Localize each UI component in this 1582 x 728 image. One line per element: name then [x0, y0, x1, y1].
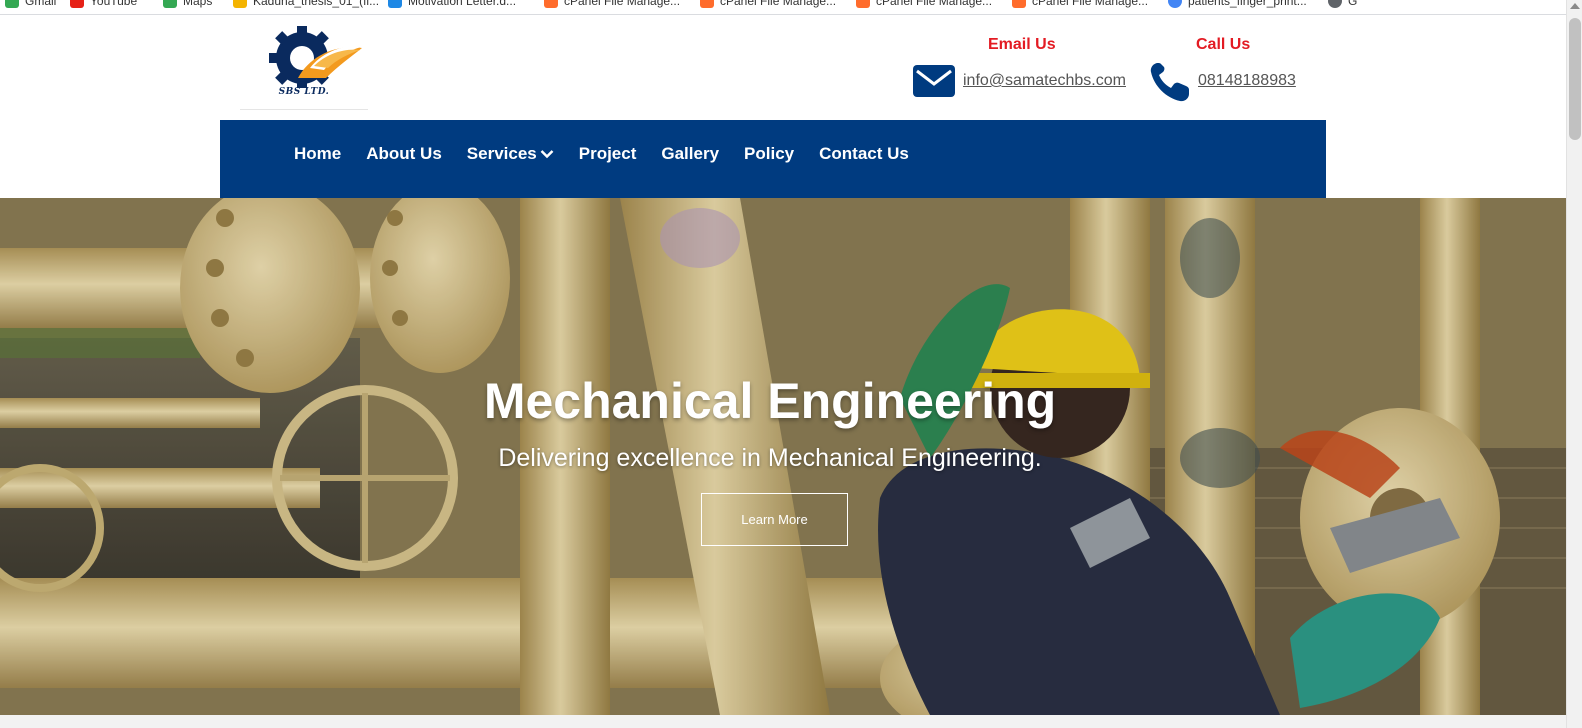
phone-link[interactable]: 08148188983 [1198, 72, 1296, 90]
nav-contact-us[interactable]: Contact Us [819, 142, 909, 166]
nav-contact-us-label: Contact Us [819, 144, 909, 163]
youtube-icon [70, 0, 84, 8]
nav-project-label: Project [578, 144, 637, 163]
nav-gallery[interactable]: Gallery [661, 142, 719, 166]
gmail-icon [5, 0, 19, 8]
learn-more-button[interactable]: Learn More [701, 493, 848, 546]
bookmark-gmail[interactable]: Gmail [5, 0, 56, 9]
bookmark-cpanel-2[interactable]: cPanel File Manage... [700, 0, 836, 9]
nav-policy-label: Policy [744, 144, 795, 163]
document-icon [388, 0, 402, 8]
bookmark-motivation-letter[interactable]: Motivation Letter.d... [388, 0, 516, 9]
globe-icon [1168, 0, 1182, 8]
cpanel-icon [700, 0, 714, 8]
bookmarks-bar: Gmail YouTube Maps Kaduna_thesis_01_(fi.… [0, 0, 1566, 15]
vertical-scrollbar[interactable] [1566, 0, 1582, 728]
bookmark-patients[interactable]: patients_finger_print... [1168, 0, 1307, 9]
cpanel-icon [856, 0, 870, 8]
main-navigation: Home About Us Services Project Gallery P… [220, 120, 1326, 198]
scrollbar-thumb[interactable] [1569, 18, 1581, 140]
hero-banner: Mechanical Engineering Delivering excell… [0, 198, 1566, 715]
nav-services-label: Services [466, 144, 537, 163]
nav-home-label: Home [294, 144, 342, 163]
nav-home[interactable]: Home [294, 142, 341, 166]
nav-gallery-label: Gallery [661, 144, 720, 163]
logo-text: SBS LTD. [278, 87, 330, 97]
bookmark-cpanel-1[interactable]: cPanel File Manage... [544, 0, 680, 9]
bookmark-cpanel-4[interactable]: cPanel File Manage... [1012, 0, 1148, 9]
envelope-icon [913, 65, 955, 97]
maps-icon [163, 0, 177, 8]
site-logo[interactable]: SBS LTD. [240, 26, 368, 110]
hero-title: Mechanical Engineering [483, 373, 1057, 429]
nav-about-us[interactable]: About Us [366, 142, 442, 166]
bookmark-cpanel-3[interactable]: cPanel File Manage... [856, 0, 992, 9]
phone-icon [1150, 63, 1189, 102]
email-us-title: Email Us [988, 36, 1056, 53]
nav-about-us-label: About Us [366, 144, 442, 163]
hero-subtitle: Delivering excellence in Mechanical Engi… [498, 444, 1042, 472]
cpanel-icon [544, 0, 558, 8]
chevron-down-icon [540, 150, 554, 159]
folder-icon [233, 0, 247, 8]
nav-services[interactable]: Services [467, 142, 554, 166]
scroll-up-arrow-icon[interactable] [1570, 3, 1580, 9]
call-us-title: Call Us [1196, 36, 1251, 53]
page-bottom-strip [0, 715, 1566, 728]
bookmark-github[interactable]: G [1328, 0, 1357, 9]
hero-content: Mechanical Engineering Delivering excell… [0, 198, 1566, 715]
bookmark-maps[interactable]: Maps [163, 0, 212, 9]
cpanel-icon [1012, 0, 1026, 8]
gear-logo-icon [269, 26, 364, 88]
bookmark-youtube[interactable]: YouTube [70, 0, 137, 9]
email-link[interactable]: info@samatechbs.com [963, 72, 1126, 90]
nav-project[interactable]: Project [579, 142, 637, 166]
nav-policy[interactable]: Policy [744, 142, 794, 166]
site-header: SBS LTD. Email Us info@samatechbs.com Ca… [0, 16, 1566, 198]
bookmark-thesis[interactable]: Kaduna_thesis_01_(fi... [233, 0, 379, 9]
github-icon [1328, 0, 1342, 8]
